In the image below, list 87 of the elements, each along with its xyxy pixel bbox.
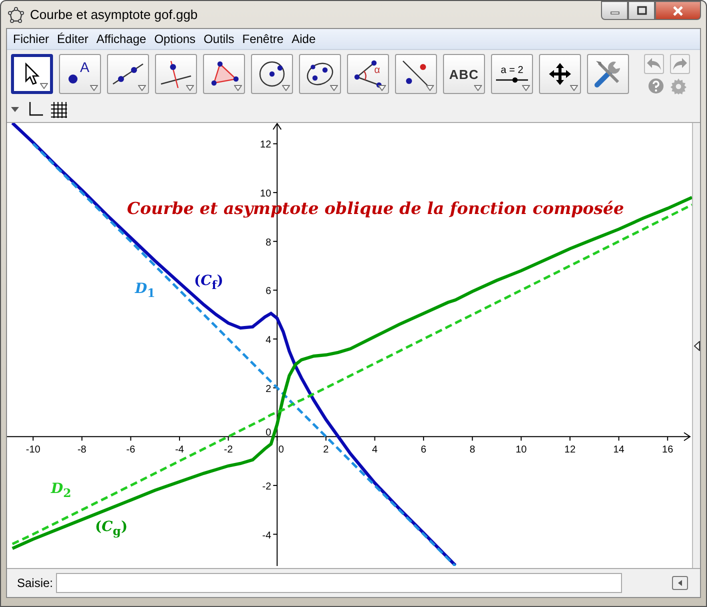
curve-label: D$_{2}$ (51, 481, 72, 500)
cursor-icon (24, 62, 40, 86)
tool-button[interactable] (155, 54, 197, 94)
caret-icon (282, 85, 290, 91)
redo-button[interactable] (670, 54, 690, 74)
tick-label: -4 (262, 530, 272, 542)
caret-icon (330, 85, 338, 91)
slider-icon (496, 77, 528, 83)
move-arrows-icon (548, 62, 572, 86)
tick-label: -2 (262, 481, 272, 492)
curve-label: D$_{1}$ (135, 281, 156, 300)
maximize-button[interactable] (628, 1, 655, 20)
menu-item[interactable]: Options (150, 32, 200, 46)
tick-label: 6 (266, 286, 272, 298)
tick-label: -4 (175, 444, 184, 456)
tick-label: 0 (278, 444, 284, 456)
tick-label: 4 (266, 335, 272, 346)
tick-label: 14 (613, 444, 624, 456)
tool-button[interactable] (299, 54, 341, 94)
point-icon (68, 74, 78, 84)
redo-icon (672, 56, 688, 70)
tool-button[interactable] (11, 54, 53, 94)
tool-button[interactable] (251, 54, 293, 94)
close-button[interactable] (655, 1, 701, 20)
tick-label: 12 (260, 140, 272, 151)
minimize-button[interactable] (601, 1, 628, 20)
tick-label: 8 (470, 444, 476, 456)
tick-label: 10 (260, 188, 272, 200)
tool-button[interactable] (539, 54, 581, 94)
line-icon (112, 62, 144, 86)
caret-icon (474, 85, 482, 91)
caret-icon (40, 83, 48, 89)
tool-button[interactable]: A (59, 54, 101, 94)
tick-label: 4 (372, 444, 378, 456)
tick-label: 8 (266, 237, 272, 248)
tool-button[interactable] (107, 54, 149, 94)
undo-button[interactable] (644, 54, 664, 74)
caret-icon (90, 85, 98, 91)
tool-button[interactable] (203, 54, 245, 94)
tick-label: 0 (266, 428, 272, 439)
window-title: Courbe et asymptote gof.ggb (30, 7, 198, 22)
triangle-icon (209, 61, 239, 87)
menu-item[interactable]: Fichier (9, 32, 54, 46)
tick-label: 2 (323, 444, 329, 456)
toggle-triangle-icon[interactable] (11, 107, 19, 113)
tool-button[interactable]: α (347, 54, 389, 94)
axes-icon[interactable] (27, 102, 43, 118)
tool-button[interactable]: a = 2 (491, 54, 533, 94)
tick-label: 12 (564, 444, 576, 456)
collapse-triangle-icon[interactable] (694, 340, 700, 350)
tick-label: -2 (224, 444, 233, 456)
app-icon (8, 6, 24, 22)
angle-icon (352, 60, 384, 88)
grid-icon[interactable] (51, 102, 67, 118)
tool-button[interactable]: ABC (443, 54, 485, 94)
caret-icon (378, 85, 386, 91)
curve-label: (C$_{f}$) (194, 273, 224, 292)
curve-label: (C$_{g}$) (95, 519, 128, 538)
tick-label: -10 (26, 444, 40, 456)
tick-label: -8 (77, 444, 86, 456)
caret-icon (570, 85, 578, 91)
help-icon[interactable] (648, 78, 664, 94)
tick-label: -6 (126, 444, 136, 456)
tick-label: 6 (420, 444, 426, 456)
caret-icon (138, 85, 146, 91)
tick-label: 10 (516, 444, 527, 456)
tick-label: 2 (266, 384, 272, 395)
menu-item[interactable]: Aide (288, 32, 320, 46)
perpendicular-line-icon (160, 60, 192, 88)
tick-label: 16 (662, 444, 674, 456)
input-field[interactable] (56, 573, 622, 593)
input-label: Saisie: (17, 576, 54, 590)
circle-icon (258, 60, 286, 88)
ellipse-icon (305, 61, 335, 87)
caret-icon (522, 85, 530, 91)
caret-icon (426, 85, 434, 91)
menu-item[interactable]: Fenêtre (238, 32, 288, 46)
caret-icon (234, 85, 242, 91)
undo-icon (646, 56, 662, 70)
maximize-icon (636, 6, 646, 16)
close-icon (673, 6, 683, 16)
menu-item[interactable]: Éditer (53, 32, 92, 46)
tool-button[interactable] (395, 54, 437, 94)
menu-item[interactable]: Affichage (92, 32, 150, 46)
caret-icon (186, 85, 194, 91)
history-toggle-button[interactable] (672, 576, 688, 590)
menu-item[interactable]: Outils (200, 32, 238, 46)
